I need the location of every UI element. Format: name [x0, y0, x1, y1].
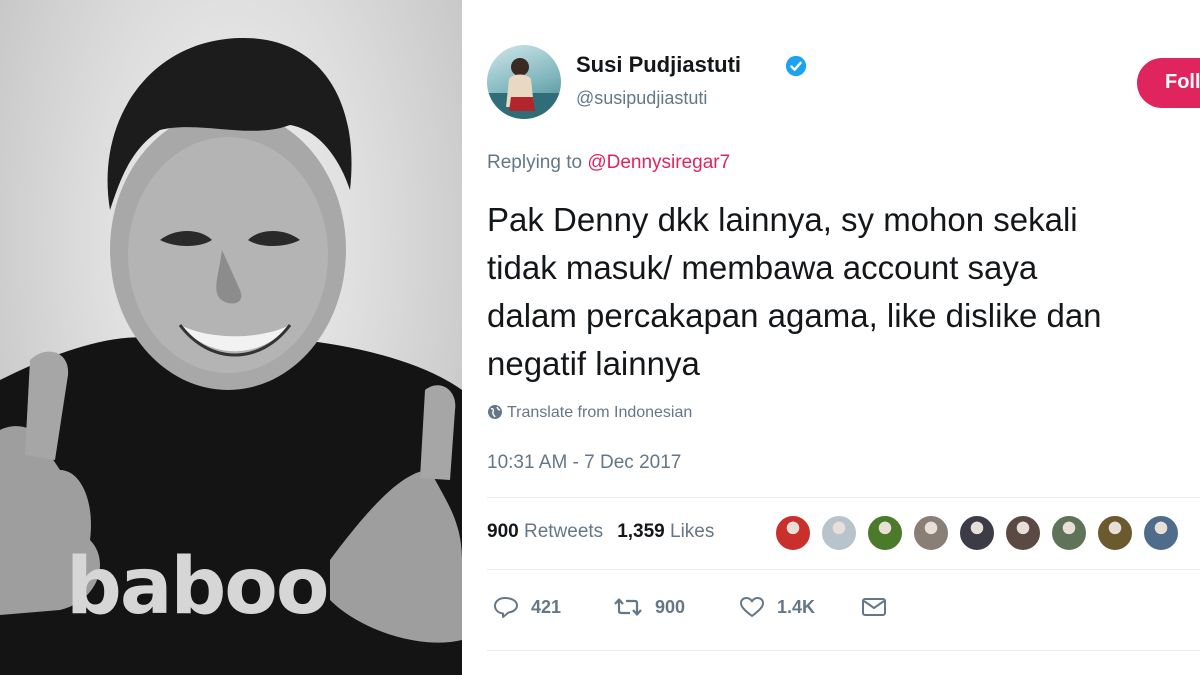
tweet-text: Pak Denny dkk lainnya, sy mohon sekali t…	[487, 201, 1102, 382]
profile-photo: baboo	[0, 0, 462, 675]
retweets-count: 900	[487, 521, 519, 542]
reply-count: 421	[531, 596, 562, 617]
translate-link[interactable]: Translate from Indonesian	[487, 404, 692, 422]
direct-message-button[interactable]	[861, 592, 887, 622]
default-avatar-icon[interactable]	[820, 514, 858, 552]
replying-to: Replying to @Dennysiregar7	[487, 152, 730, 174]
translate-label: Translate from Indonesian	[507, 404, 693, 421]
tweet-timestamp[interactable]: 10:31 AM - 7 Dec 2017	[487, 452, 681, 474]
liker-avatar-icon[interactable]	[1004, 514, 1042, 552]
engagement-stats: 900 Retweets 1,359 Likes	[487, 521, 714, 543]
heart-icon	[740, 597, 764, 617]
liker-avatar-icon[interactable]	[774, 514, 812, 552]
replying-to-prefix: Replying to	[487, 152, 588, 173]
liker-avatar-icon[interactable]	[1096, 514, 1134, 552]
envelope-icon	[862, 598, 886, 616]
retweet-icon	[614, 598, 642, 616]
reply-button[interactable]: 421	[493, 592, 561, 622]
liker-avatar-icon[interactable]	[958, 514, 996, 552]
author-avatar[interactable]	[487, 45, 561, 119]
likes-count: 1,359	[617, 521, 665, 542]
verified-badge-icon	[785, 55, 807, 77]
divider	[487, 569, 1200, 570]
liker-avatar-icon[interactable]	[866, 514, 904, 552]
divider	[487, 497, 1200, 498]
likes-label: Likes	[670, 521, 715, 542]
likes-stat[interactable]: 1,359 Likes	[617, 521, 714, 542]
avatar-person-icon	[487, 58, 561, 119]
liker-avatar-icon[interactable]	[912, 514, 950, 552]
shirt-logo: baboo	[66, 542, 329, 632]
retweets-stat[interactable]: 900 Retweets	[487, 521, 603, 542]
retweet-count: 900	[655, 596, 686, 617]
globe-icon	[488, 405, 502, 419]
reply-icon	[494, 597, 518, 618]
retweet-button[interactable]: 900	[613, 592, 685, 622]
divider	[487, 650, 1200, 651]
liker-avatar-icon[interactable]	[1142, 514, 1180, 552]
tweet-card: Susi Pudjiastuti @susipudjiastuti Follow…	[465, 0, 1200, 675]
replying-to-handle-link[interactable]: @Dennysiregar7	[587, 152, 730, 173]
liker-avatar-icon[interactable]	[1050, 514, 1088, 552]
like-count: 1.4K	[777, 596, 816, 617]
author-handle[interactable]: @susipudjiastuti	[576, 88, 707, 109]
author-display-name[interactable]: Susi Pudjiastuti	[576, 52, 741, 78]
retweets-label: Retweets	[523, 521, 604, 542]
like-button[interactable]: 1.4K	[739, 592, 815, 622]
follow-button[interactable]: Follow	[1137, 58, 1200, 108]
